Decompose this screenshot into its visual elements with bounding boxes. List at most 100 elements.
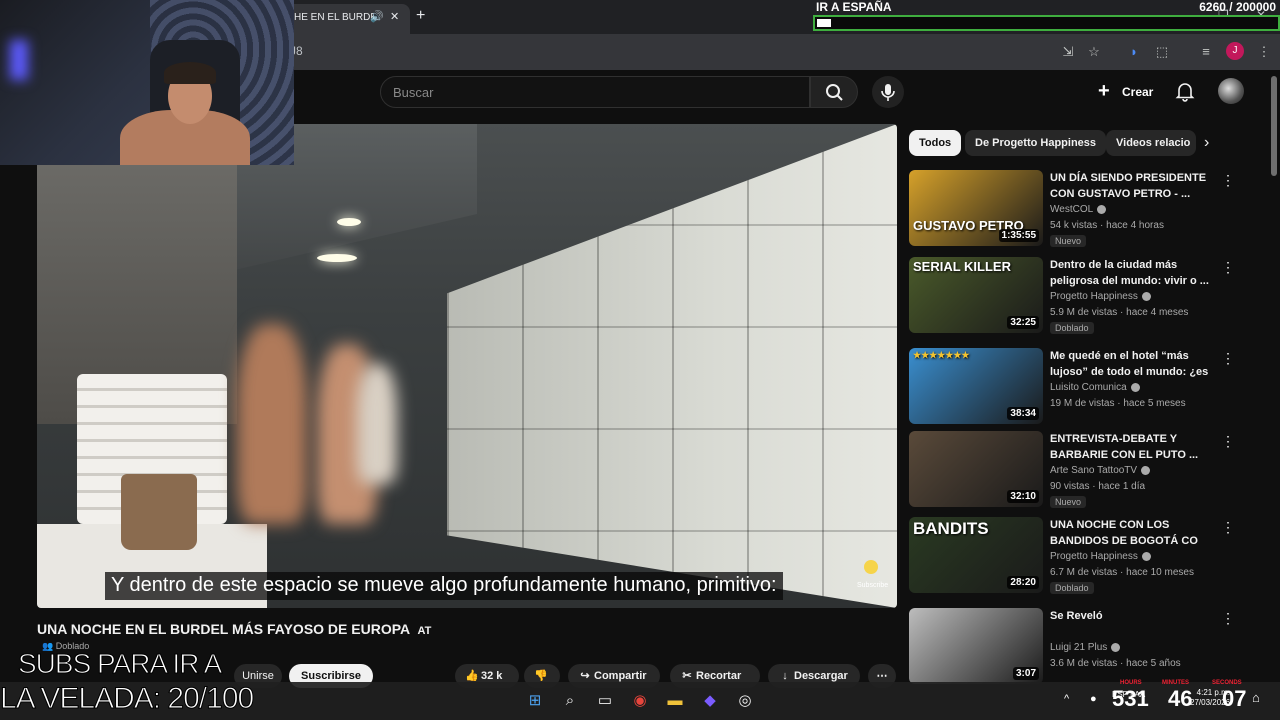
channel-name: Arte Sano TattooTV (1050, 465, 1138, 476)
related-video-thumbnail[interactable]: BANDITS 28:20 (909, 517, 1043, 593)
related-video-channel[interactable]: Progetto Happiness (1050, 291, 1151, 302)
related-video-thumbnail[interactable]: 32:10 (909, 431, 1043, 507)
related-video-channel[interactable]: Progetto Happiness (1050, 551, 1151, 562)
channel-logo-icon (864, 560, 878, 574)
chrome-icon[interactable]: ◉ (629, 690, 651, 712)
related-video-thumbnail[interactable]: ★★★★★★★ 38:34 (909, 348, 1043, 424)
menu-dots-icon[interactable]: ⋮ (1254, 42, 1274, 62)
related-video-item[interactable]: 3:07 Se Reveló Luigi 21 Plus 3.6 M de vista… (909, 608, 1265, 688)
webcam-light (10, 40, 28, 80)
related-video-channel[interactable]: Luisito Comunica (1050, 382, 1140, 393)
speaker-icon[interactable]: 🔊 (370, 10, 384, 23)
chip-from-channel[interactable]: De Progetto Happiness (965, 130, 1107, 156)
account-avatar[interactable] (1218, 78, 1244, 104)
subscribe-watermark[interactable]: Subscribe (857, 560, 888, 589)
create-button[interactable]: + Crear (1094, 78, 1158, 106)
stream-subs-goal-line1: SUBS PARA IR A (17, 648, 222, 680)
thumbnail-text: BANDITS (913, 519, 989, 538)
goal-count: 6260 / 200000 (1199, 0, 1276, 14)
video-duration: 28:20 (1007, 576, 1039, 589)
related-video-title[interactable]: Se Reveló (1050, 608, 1212, 624)
related-video-title[interactable]: UN DÍA SIENDO PRESIDENTE CON GUSTAVO PET… (1050, 170, 1212, 202)
more-dots-icon: ⋯ (876, 670, 888, 682)
verified-icon (1141, 465, 1151, 475)
verified-icon (1141, 551, 1151, 561)
tray-time: 4:21 p.m. (1196, 688, 1230, 697)
related-video-badge: Nuevo (1050, 496, 1087, 508)
app-icon[interactable]: ◆ (699, 690, 721, 712)
related-video-item[interactable]: ★★★★★★★ 38:34 Me quedé en el hotel “más lu… (909, 348, 1265, 428)
more-vert-icon[interactable]: ⋮ (1221, 433, 1235, 450)
close-icon[interactable]: ✕ (390, 10, 399, 23)
video-title-text: UNA NOCHE EN EL BURDEL MÁS FAYOSO DE EUR… (37, 621, 410, 637)
profile-avatar[interactable]: J (1226, 42, 1244, 60)
related-video-meta: 5.9 M de vistas · hace 4 meses (1050, 307, 1189, 318)
related-video-meta: 6.7 M de vistas · hace 10 meses (1050, 567, 1194, 578)
install-icon[interactable]: ⇲ (1058, 42, 1078, 62)
related-video-item[interactable]: BANDITS 28:20 UNA NOCHE CON LOS BANDIDOS D… (909, 517, 1265, 597)
channel-name: Progetto Happiness (1050, 291, 1138, 302)
related-video-meta: 3.6 M de vistas · hace 5 años (1050, 658, 1181, 669)
related-video-title[interactable]: UNA NOCHE CON LOS BANDIDOS DE BOGOTÁ CO (1050, 517, 1212, 549)
video-caption: Y dentro de este espacio se mueve algo p… (105, 572, 783, 600)
related-video-title[interactable]: ENTREVISTA-DEBATE Y BARBARIE CON EL PUTO… (1050, 431, 1212, 463)
related-video-title[interactable]: Me quedé en el hotel “más lujoso” de tod… (1050, 348, 1212, 380)
share-label: Compartir (594, 670, 647, 682)
goal-progress-fill (817, 19, 831, 27)
clip-label: Recortar (696, 670, 742, 682)
related-video-meta: 19 M de vistas · hace 5 meses (1050, 398, 1186, 409)
browser-tab[interactable]: HE EN EL BURDEL 🔊 ✕ (280, 4, 410, 34)
more-vert-icon[interactable]: ⋮ (1221, 350, 1235, 367)
stream-subs-goal-line2: LA VELADA: 20/100 (0, 682, 255, 716)
video-duration: 32:25 (1007, 316, 1039, 329)
notification-icon[interactable]: ⌂ (1252, 690, 1260, 705)
more-vert-icon[interactable]: ⋮ (1221, 519, 1235, 536)
more-vert-icon[interactable]: ⋮ (1221, 172, 1235, 189)
related-video-channel[interactable]: Arte Sano TattooTV (1050, 465, 1151, 476)
search-icon[interactable]: ⌕ (559, 690, 581, 712)
create-label: Crear (1122, 85, 1154, 99)
related-video-item[interactable]: GUSTAVO PETRO 1:35:55 UN DÍA SIENDO PRESID… (909, 170, 1265, 250)
tray-clock[interactable]: 4:21 p.m. 27/03/2026 (1190, 688, 1230, 708)
bookmark-star-icon[interactable]: ☆ (1084, 42, 1104, 62)
like-count: 32 k (481, 670, 503, 682)
search-placeholder: Buscar (393, 85, 434, 100)
media-control-icon[interactable]: ≡ (1196, 42, 1216, 62)
video-duration: 38:34 (1007, 407, 1039, 420)
search-input[interactable]: Buscar (380, 76, 810, 108)
channel-name: WestCOL (1050, 204, 1094, 215)
microphone-tray-icon[interactable]: ● (1090, 693, 1097, 705)
obs-icon[interactable]: ◎ (734, 690, 756, 712)
more-vert-icon[interactable]: ⋮ (1221, 610, 1235, 627)
notifications-button[interactable] (1174, 80, 1196, 102)
chevron-up-icon[interactable]: ^ (1064, 693, 1069, 705)
related-video-title[interactable]: Dentro de la ciudad más peligrosa del mu… (1050, 257, 1212, 289)
video-player[interactable]: Subscribe (37, 124, 897, 608)
plus-icon: + (1098, 80, 1110, 102)
extension-audio-icon[interactable]: ◗ (1124, 42, 1144, 62)
task-view-icon[interactable]: ▭ (594, 690, 616, 712)
related-video-thumbnail[interactable]: 3:07 (909, 608, 1043, 684)
search-button[interactable] (810, 76, 858, 108)
more-vert-icon[interactable]: ⋮ (1221, 259, 1235, 276)
tab-title: HE EN EL BURDEL (294, 12, 374, 23)
chip-related[interactable]: Videos relacio (1106, 130, 1196, 156)
page-scrollbar[interactable] (1268, 70, 1280, 680)
related-video-thumbnail[interactable]: GUSTAVO PETRO 1:35:55 (909, 170, 1043, 246)
chevron-right-icon[interactable]: › (1204, 134, 1209, 152)
related-video-item[interactable]: 32:10 ENTREVISTA-DEBATE Y BARBARIE CON EL… (909, 431, 1265, 511)
related-video-channel[interactable]: WestCOL (1050, 204, 1107, 215)
extensions-icon[interactable]: ⬚ (1152, 42, 1172, 62)
verified-icon (1111, 642, 1121, 652)
voice-search-button[interactable] (872, 76, 904, 108)
file-explorer-icon[interactable]: ▬ (664, 690, 686, 712)
chip-all[interactable]: Todos (909, 130, 962, 156)
related-video-channel[interactable]: Luigi 21 Plus (1050, 642, 1121, 653)
related-video-item[interactable]: SERIAL KILLER 32:25 Dentro de la ciudad má… (909, 257, 1265, 337)
windows-start-icon[interactable]: ⊞ (524, 690, 546, 712)
new-tab-button[interactable]: + (416, 7, 425, 25)
related-video-thumbnail[interactable]: SERIAL KILLER 32:25 (909, 257, 1043, 333)
search-icon (826, 84, 843, 101)
scrollbar-thumb[interactable] (1271, 76, 1277, 176)
clock-hours: 531 (1112, 686, 1149, 711)
